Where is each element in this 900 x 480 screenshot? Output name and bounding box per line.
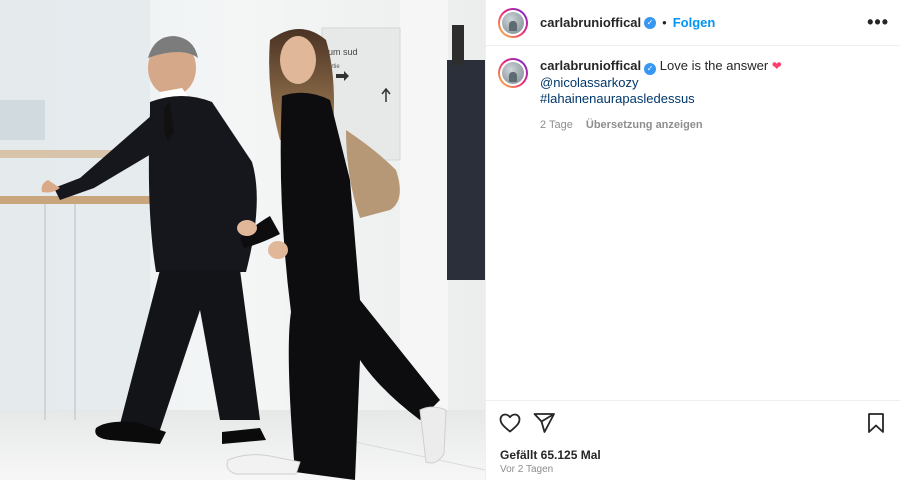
verified-badge-icon: ✓ xyxy=(644,63,657,75)
hashtag-link[interactable]: #lahainenaurapasledessus xyxy=(540,91,695,106)
post-date: Vor 2 Tagen xyxy=(500,464,554,475)
post-sidebar: carlabrunioffical ✓ • Folgen ••• carlabr… xyxy=(485,0,900,480)
mention-link[interactable]: @nicolassarkozy xyxy=(540,75,638,90)
username-link[interactable]: carlabrunioffical xyxy=(540,15,641,30)
sign-text: um sud xyxy=(328,47,358,57)
separator: • xyxy=(662,15,667,30)
action-bar: Gefällt 65.125 Mal Vor 2 Tagen xyxy=(486,400,900,480)
translate-link[interactable]: Übersetzung anzeigen xyxy=(586,119,703,131)
caption-text: Love is the answer xyxy=(659,58,769,73)
comment-age: 2 Tage xyxy=(540,119,573,131)
follow-button[interactable]: Folgen xyxy=(673,15,716,30)
bookmark-icon[interactable] xyxy=(864,411,888,435)
comment-meta: 2 Tage Übersetzung anzeigen xyxy=(540,117,880,133)
avatar-image xyxy=(502,11,524,34)
pink-heart-emoji: ❤ xyxy=(771,59,782,73)
instagram-post: um sud ortie carlabrunioffical ✓ • Folge… xyxy=(0,0,900,480)
avatar-image xyxy=(502,62,524,84)
verified-badge-icon: ✓ xyxy=(644,16,657,29)
post-photo[interactable]: um sud ortie xyxy=(0,0,485,480)
avatar[interactable] xyxy=(498,7,528,38)
comment-avatar[interactable] xyxy=(498,58,528,88)
caption-comment: carlabrunioffical ✓ Love is the answer ❤ … xyxy=(498,58,893,133)
post-image: um sud ortie xyxy=(0,0,485,480)
post-header: carlabrunioffical ✓ • Folgen ••• xyxy=(486,0,900,46)
comment-username-link[interactable]: carlabrunioffical xyxy=(540,58,641,73)
share-icon[interactable] xyxy=(532,411,556,435)
heart-icon[interactable] xyxy=(498,411,522,435)
likes-count[interactable]: Gefällt 65.125 Mal xyxy=(500,448,601,462)
more-options-icon[interactable]: ••• xyxy=(867,13,889,31)
